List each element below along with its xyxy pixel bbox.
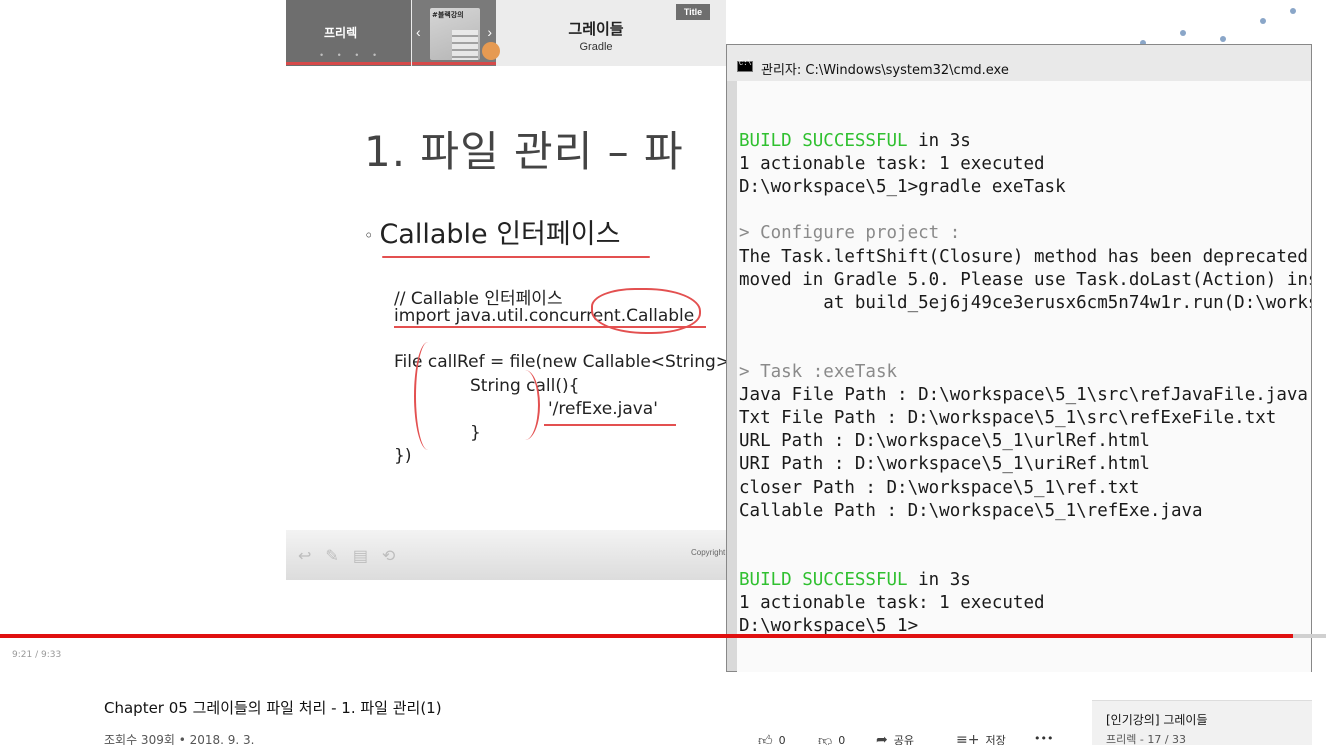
- slide-bullet-text: Callable 인터페이스: [379, 219, 621, 250]
- cmd-output-line: 1 actionable task: 1 executed: [739, 154, 1045, 175]
- playlist-title[interactable]: [인기강의] 그레이들: [1106, 711, 1208, 728]
- view-count-date: 조회수 309회 • 2018. 9. 3.: [104, 733, 255, 745]
- cmd-output-line: closer Path : D:\workspace\5_1\ref.txt: [739, 477, 1140, 498]
- code-line: File callRef = file(new Callable<String>: [394, 352, 726, 372]
- cmd-output-line: [739, 315, 1311, 338]
- dislike-button[interactable]: 👎︎ 0: [818, 732, 845, 745]
- slide-course-title: 그레이들 Gradle: [546, 18, 646, 53]
- cmd-output-segment: in 3s: [907, 569, 971, 590]
- cmd-output-line: [739, 199, 1311, 222]
- cmd-titlebar[interactable]: 관리자: C:\Windows\system32\cmd.exe: [727, 45, 1311, 81]
- cmd-output-line: [739, 523, 1311, 546]
- save-button[interactable]: ≡+ 저장: [956, 732, 1006, 745]
- more-button[interactable]: •••: [1034, 732, 1053, 745]
- cmd-output-line: Txt File Path : D:\workspace\5_1\src\ref…: [739, 408, 1277, 429]
- cmd-output-line: D:\workspace\5_1>gradle exeTask: [739, 177, 1066, 198]
- share-icon: ➦: [876, 732, 888, 745]
- cmd-icon: [737, 60, 753, 72]
- cmd-output-segment: BUILD SUCCESSFUL: [739, 569, 908, 590]
- book-underline: [412, 62, 496, 65]
- book-cover-tab: ‹ #블랙강의 ›: [412, 0, 500, 66]
- lecture-slide: 프리렉 • • • • ‹ #블랙강의 › 그레이들 Gradle Title …: [286, 0, 726, 580]
- red-bracket-annotation: [414, 342, 442, 450]
- cmd-output-line: [739, 338, 1311, 361]
- slide-toolbar-icons: ↩✎▤⟲: [298, 548, 410, 565]
- red-underline-annotation: [544, 424, 676, 426]
- brand-underline: [286, 62, 411, 65]
- code-line: }: [470, 423, 481, 443]
- cmd-output-line: URI Path : D:\workspace\5_1\uriRef.html: [739, 454, 1150, 475]
- cmd-output-line: URL Path : D:\workspace\5_1\urlRef.html: [739, 431, 1150, 452]
- chevron-left-icon: ‹: [416, 24, 421, 40]
- slide-bullet: ◦ Callable 인터페이스: [364, 212, 620, 251]
- playlist-panel[interactable]: [인기강의] 그레이들 프리렉 - 17 / 33: [1092, 700, 1312, 745]
- book-cover-label: #블랙강의: [432, 11, 464, 19]
- brand-label: 프리렉: [324, 26, 358, 40]
- slide-footer: ↩✎▤⟲ Copyright: [286, 530, 726, 580]
- slide-heading: 1. 파일 관리 – 파: [364, 127, 684, 176]
- progress-bar-fill: [0, 634, 1293, 638]
- course-title-english: Gradle: [579, 41, 613, 53]
- brand-dots: • • • •: [320, 50, 383, 60]
- cmd-output-line: [739, 546, 1311, 569]
- cmd-output-line: BUILD SUCCESSFUL in 3s: [739, 569, 1311, 592]
- red-circle-annotation: [591, 288, 701, 334]
- bullet-dot-icon: ◦: [364, 226, 374, 245]
- thumbs-down-icon: 👎︎: [818, 733, 833, 745]
- video-title: Chapter 05 그레이들의 파일 처리 - 1. 파일 관리(1): [104, 699, 442, 717]
- cmd-window[interactable]: 관리자: C:\Windows\system32\cmd.exe BUILD S…: [726, 44, 1312, 672]
- cmd-window-title: 관리자: C:\Windows\system32\cmd.exe: [761, 63, 1009, 78]
- cmd-output-line: > Task :exeTask: [739, 362, 898, 383]
- playlist-add-icon: ≡+: [956, 732, 980, 745]
- course-title-korean: 그레이들: [568, 20, 624, 38]
- save-label: 저장: [985, 734, 1006, 745]
- like-count: 0: [778, 734, 786, 745]
- progress-bar[interactable]: [0, 634, 1326, 638]
- cmd-output-line: BUILD SUCCESSFUL in 3s: [739, 130, 1311, 153]
- cmd-console[interactable]: BUILD SUCCESSFUL in 3s 1 actionable task:…: [737, 81, 1311, 672]
- share-button[interactable]: ➦ 공유: [876, 732, 914, 745]
- cmd-output-line: Java File Path : D:\workspace\5_1\src\re…: [739, 385, 1308, 406]
- cmd-output-line: Callable Path : D:\workspace\5_1\refExe.…: [739, 500, 1203, 521]
- cmd-output-line: > Configure project :: [739, 223, 961, 244]
- cmd-output-line: The Task.leftShift(Closure) method has b…: [739, 246, 1311, 267]
- playlist-subtitle: 프리렉 - 17 / 33: [1106, 733, 1187, 745]
- title-tag: Title: [676, 4, 710, 20]
- cmd-output-segment: in 3s: [907, 131, 971, 152]
- video-player[interactable]: 프리렉 • • • • ‹ #블랙강의 › 그레이들 Gradle Title …: [0, 0, 1326, 672]
- cmd-output-line: at build_5ej6j49ce3erusx6cm5n74w1r.run(D…: [739, 292, 1311, 313]
- code-line: }): [394, 446, 412, 466]
- slide-header: 프리렉 • • • • ‹ #블랙강의 › 그레이들 Gradle Title: [286, 0, 726, 66]
- cmd-output-segment: BUILD SUCCESSFUL: [739, 131, 908, 152]
- cmd-output-line: 1 actionable task: 1 executed: [739, 592, 1045, 613]
- time-display: 9:21 / 9:33: [12, 650, 62, 660]
- dislike-count: 0: [838, 734, 846, 745]
- more-icon: •••: [1034, 732, 1054, 745]
- red-bracket-annotation: [510, 370, 540, 440]
- cmd-output-line: moved in Gradle 5.0. Please use Task.doL…: [739, 269, 1311, 290]
- thumbs-up-icon: 👍︎: [758, 733, 773, 745]
- red-underline-annotation: [382, 256, 650, 258]
- slide-brand-tab: 프리렉 • • • •: [286, 0, 411, 66]
- slide-copyright: Copyright: [691, 548, 726, 557]
- chevron-right-icon: ›: [487, 24, 492, 40]
- share-label: 공유: [893, 734, 914, 745]
- like-button[interactable]: 👍︎ 0: [758, 732, 786, 745]
- code-line: '/refExe.java': [548, 399, 658, 419]
- cmd-output-line: [739, 107, 1311, 130]
- cmd-output: BUILD SUCCESSFUL in 3s 1 actionable task:…: [739, 107, 1311, 638]
